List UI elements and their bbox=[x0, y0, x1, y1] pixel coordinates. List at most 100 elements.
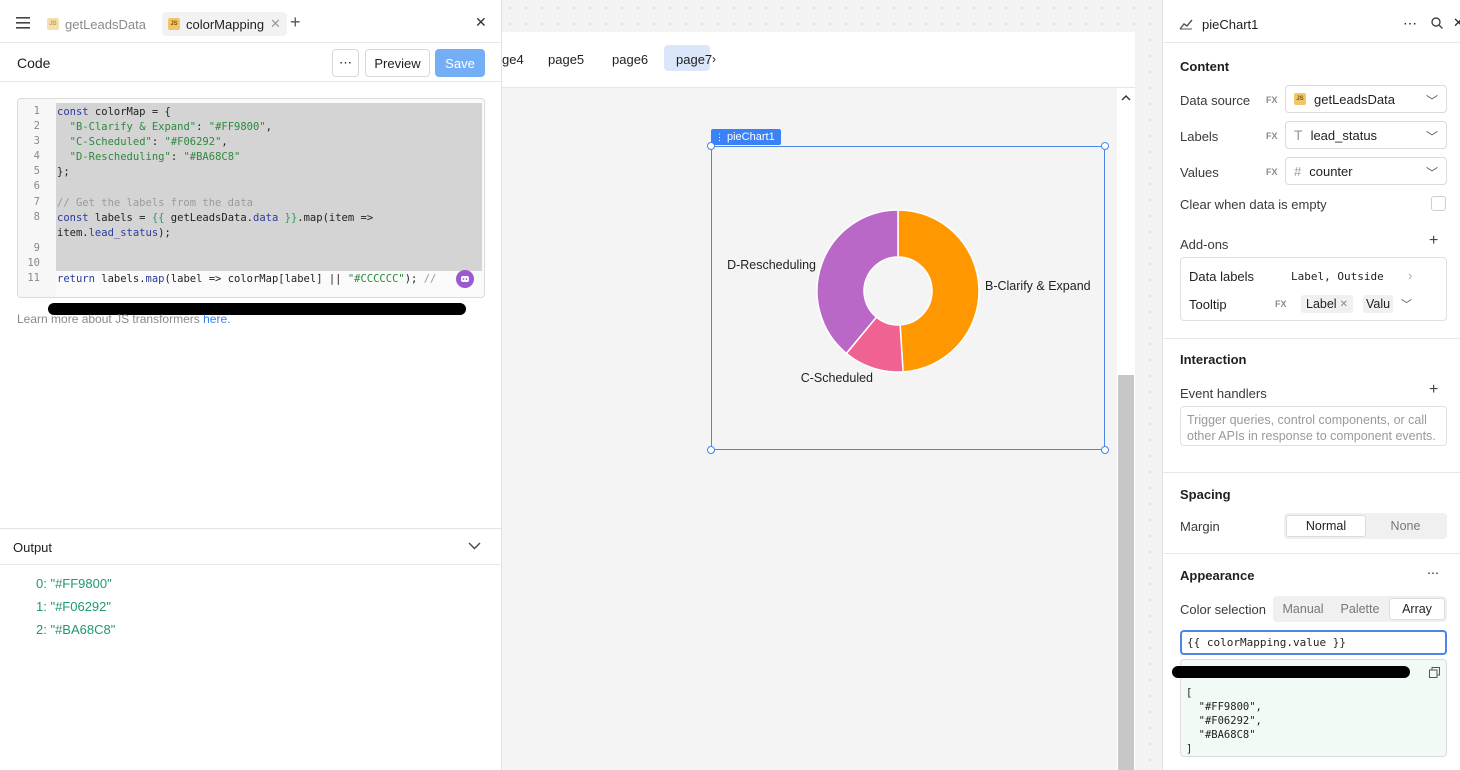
addons-label: Add-ons bbox=[1180, 237, 1229, 252]
appearance-section-title: Appearance bbox=[1180, 568, 1255, 583]
fx-toggle[interactable]: FX bbox=[1266, 167, 1278, 177]
code-header: Code ⋯ Preview Save bbox=[0, 42, 502, 82]
pie-slice-label: B-Clarify & Expand bbox=[985, 279, 1091, 293]
line-number: 4 bbox=[33, 150, 40, 162]
tab-label: getLeadsData bbox=[65, 16, 146, 32]
chevron-down-icon: ﹀ bbox=[1425, 94, 1438, 108]
appearance-more-icon[interactable]: ⋯ bbox=[1427, 566, 1439, 580]
line-number: 3 bbox=[33, 135, 40, 147]
color-selection-toggle: Manual Palette Array bbox=[1273, 596, 1447, 622]
labels-select[interactable]: T lead_status ﹀ bbox=[1285, 121, 1447, 149]
line-number: 9 bbox=[33, 242, 40, 254]
component-name[interactable]: pieChart1 bbox=[1202, 17, 1258, 32]
add-addon-icon[interactable]: + bbox=[1429, 232, 1438, 250]
code-panel: JS getLeadsData JS colorMapping ✕ + ✕ Co… bbox=[0, 0, 502, 770]
values-select[interactable]: # counter ﹀ bbox=[1285, 157, 1447, 185]
more-icon[interactable]: ⋯ bbox=[1403, 15, 1417, 32]
code-line: const labels = {{ getLeadsData.data }}.m… bbox=[57, 212, 374, 224]
page-tab[interactable]: page5 bbox=[548, 52, 584, 67]
save-button[interactable]: Save bbox=[435, 49, 485, 77]
data-source-select[interactable]: JS getLeadsData ﹀ bbox=[1285, 85, 1447, 113]
more-options-button[interactable]: ⋯ bbox=[332, 49, 359, 77]
inspector-panel: pieChart1 ⋯ ✕ Content Data source FX JS … bbox=[1162, 0, 1460, 770]
help-link[interactable]: here. bbox=[203, 312, 230, 326]
chevron-right-icon[interactable]: › bbox=[1408, 268, 1412, 283]
page-tab[interactable]: page6 bbox=[612, 52, 648, 67]
close-icon[interactable]: ✕ bbox=[1453, 15, 1460, 31]
fx-toggle[interactable]: FX bbox=[1266, 95, 1278, 105]
code-line: // Get the labels from the data bbox=[57, 197, 253, 209]
output-line: 1: "#F06292" bbox=[36, 599, 112, 614]
pie-chart: B-Clarify & Expand C-Scheduled D-Reschedul… bbox=[727, 209, 1091, 385]
copy-icon[interactable] bbox=[1429, 666, 1440, 681]
add-tab-icon[interactable]: + bbox=[290, 12, 301, 33]
color-selection-label: Color selection bbox=[1180, 602, 1266, 617]
scrollbar-thumb[interactable] bbox=[1118, 375, 1134, 770]
page-tab[interactable]: page7 bbox=[676, 52, 712, 67]
code-line: "C-Scheduled": "#F06292", bbox=[69, 136, 228, 148]
color-manual-option[interactable]: Manual bbox=[1275, 598, 1331, 620]
js-query-icon: JS bbox=[47, 18, 59, 30]
close-panel-icon[interactable]: ✕ bbox=[475, 14, 487, 31]
close-tab-icon[interactable]: ✕ bbox=[270, 16, 281, 32]
fx-toggle[interactable]: FX bbox=[1275, 299, 1287, 309]
clear-when-empty-checkbox[interactable] bbox=[1431, 196, 1446, 211]
color-array-option[interactable]: Array bbox=[1389, 598, 1445, 620]
scroll-up-icon[interactable] bbox=[1121, 90, 1131, 105]
add-event-handler-icon[interactable]: + bbox=[1429, 381, 1438, 399]
chevron-down-icon: ﹀ bbox=[1425, 130, 1438, 144]
pie-slice[interactable] bbox=[897, 209, 980, 373]
page-tab[interactable]: ge4 bbox=[502, 52, 524, 67]
code-editor[interactable]: 1 const colorMap = {2 "B-Clarify & Expand… bbox=[17, 98, 485, 298]
search-icon[interactable] bbox=[1431, 17, 1443, 32]
code-line: item.lead_status); bbox=[57, 227, 171, 239]
clear-when-empty-label: Clear when data is empty bbox=[1180, 197, 1327, 212]
code-line: const colorMap = { bbox=[57, 106, 171, 118]
tooltip-tag[interactable]: Valu bbox=[1363, 295, 1394, 313]
output-line: 2: "#BA68C8" bbox=[36, 622, 116, 637]
redacted-bar bbox=[1172, 666, 1410, 678]
js-transformer-icon: JS bbox=[168, 18, 180, 30]
code-line: }; bbox=[57, 166, 70, 178]
query-tab-bar: JS getLeadsData JS colorMapping ✕ + ✕ bbox=[0, 8, 502, 40]
spacing-section-title: Spacing bbox=[1180, 487, 1231, 502]
divider bbox=[1163, 553, 1460, 554]
data-labels-value[interactable]: Label, Outside bbox=[1291, 270, 1384, 283]
drag-handle-icon[interactable]: ⋮ bbox=[715, 129, 724, 145]
chevron-down-icon[interactable]: ﹀ bbox=[1401, 296, 1412, 312]
menu-icon[interactable] bbox=[16, 17, 30, 29]
pie-slice-label: D-Rescheduling bbox=[727, 258, 816, 272]
chevron-down-icon[interactable] bbox=[468, 539, 481, 554]
values-label: Values bbox=[1180, 165, 1219, 180]
help-text: Learn more about JS transformers here. bbox=[17, 312, 231, 326]
line-number: 11 bbox=[27, 272, 40, 284]
content-section-title: Content bbox=[1180, 59, 1230, 74]
ai-assistant-icon[interactable] bbox=[456, 270, 474, 288]
color-palette-option[interactable]: Palette bbox=[1331, 598, 1389, 620]
component-label[interactable]: ⋮ pieChart1 bbox=[711, 129, 781, 145]
preview-button[interactable]: Preview bbox=[365, 49, 430, 77]
line-number: 5 bbox=[33, 165, 40, 177]
event-handlers-placeholder[interactable]: Trigger queries, control components, or … bbox=[1180, 406, 1447, 446]
tab-getleadsdata[interactable]: JS getLeadsData bbox=[41, 12, 152, 36]
tab-colormapping[interactable]: JS colorMapping ✕ bbox=[162, 12, 287, 36]
interaction-section-title: Interaction bbox=[1180, 352, 1247, 367]
js-query-icon: JS bbox=[1294, 93, 1306, 105]
color-array-input[interactable]: {{ colorMapping.value }} bbox=[1180, 630, 1447, 655]
code-title: Code bbox=[17, 55, 51, 71]
tooltip-tag[interactable]: Label ✕ bbox=[1301, 295, 1353, 313]
page-tabs: ge4 page5 page6 page7 › bbox=[502, 32, 1135, 88]
event-handlers-label: Event handlers bbox=[1180, 386, 1267, 401]
margin-none-option[interactable]: None bbox=[1366, 515, 1445, 537]
output-header[interactable]: Output bbox=[0, 528, 502, 565]
data-source-label: Data source bbox=[1180, 93, 1251, 108]
remove-tag-icon[interactable]: ✕ bbox=[1340, 299, 1348, 310]
line-number: 7 bbox=[33, 196, 40, 208]
fx-toggle[interactable]: FX bbox=[1266, 131, 1278, 141]
chevron-right-icon[interactable]: › bbox=[712, 52, 716, 66]
margin-normal-option[interactable]: Normal bbox=[1286, 515, 1366, 537]
code-line: return labels.map(label => colorMap[labe… bbox=[57, 273, 437, 285]
labels-label: Labels bbox=[1180, 129, 1219, 144]
line-number: 2 bbox=[33, 120, 40, 132]
margin-toggle: Normal None bbox=[1284, 513, 1447, 539]
